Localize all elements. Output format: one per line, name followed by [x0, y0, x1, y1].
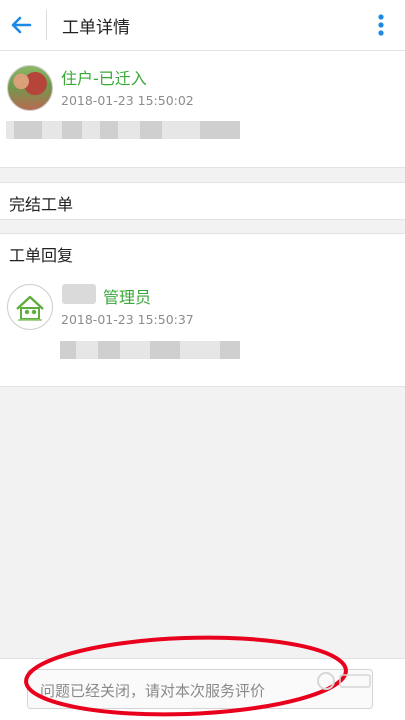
arrow-left-icon — [11, 16, 32, 34]
reply-timestamp: 2018-01-23 15:50:37 — [61, 312, 194, 327]
replier-name-redacted — [62, 284, 96, 304]
reply-section-title: 工单回复 — [9, 246, 74, 265]
page-title: 工单详情 — [62, 18, 130, 38]
house-logo-icon — [16, 295, 44, 321]
watermark-icon — [317, 672, 371, 690]
replier-role: 管理员 — [103, 288, 152, 307]
watermark-logo — [316, 670, 376, 696]
more-vertical-icon — [378, 14, 384, 36]
service-rating-prompt: 问题已经关闭，请对本次服务评价 — [40, 682, 266, 700]
back-button[interactable] — [6, 10, 36, 40]
complete-ticket-row[interactable]: 完结工单 — [0, 182, 405, 220]
admin-avatar[interactable] — [7, 284, 53, 330]
reply-item: 管理员 2018-01-23 15:50:37 — [0, 270, 405, 387]
more-options-button[interactable] — [369, 10, 393, 40]
reply-section-header: 工单回复 — [0, 233, 405, 271]
ticket-post: 住户-已迁入 2018-01-23 15:50:02 — [0, 51, 405, 168]
app-bar-divider — [46, 10, 47, 40]
complete-ticket-label: 完结工单 — [9, 195, 74, 214]
post-author: 住户-已迁入 — [61, 69, 147, 88]
user-avatar[interactable] — [7, 65, 53, 111]
post-timestamp: 2018-01-23 15:50:02 — [61, 93, 194, 108]
app-bar: 工单详情 — [0, 0, 405, 51]
